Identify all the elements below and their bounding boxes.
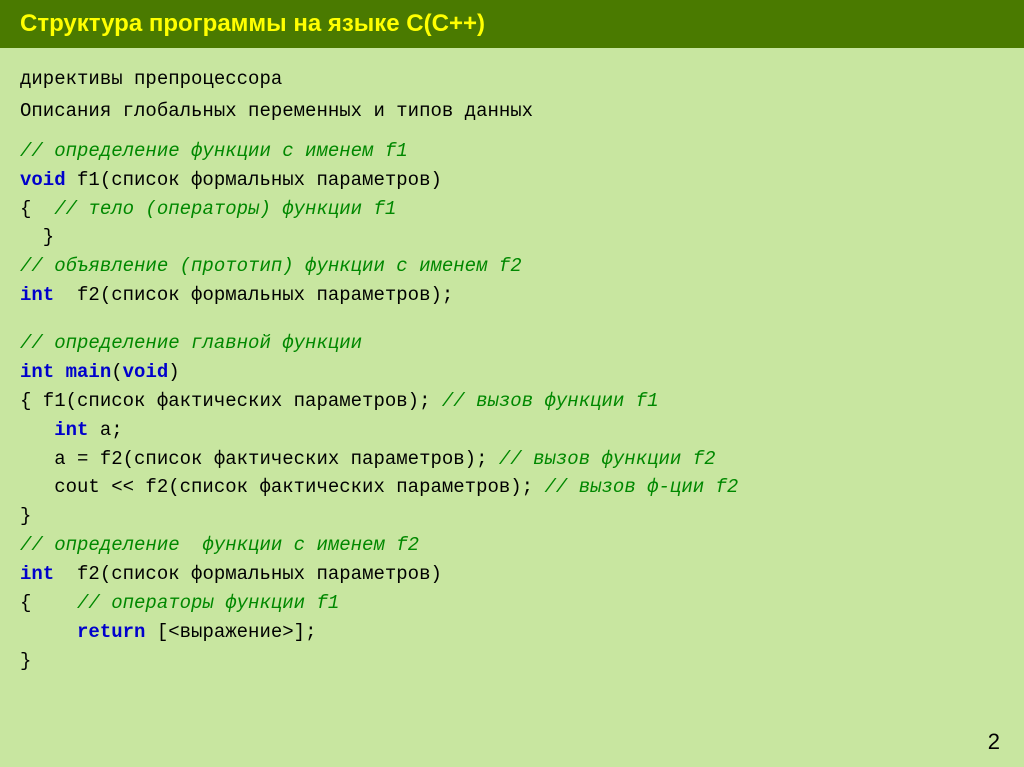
code-line: } — [20, 223, 1004, 252]
code-block: // определение функции с именем f1void f… — [20, 137, 1004, 676]
code-line — [20, 310, 1004, 329]
code-line: int main(void) — [20, 358, 1004, 387]
code-line: cout << f2(список фактических параметров… — [20, 473, 1004, 502]
intro-line1: директивы препроцессора — [20, 64, 1004, 94]
code-line: { // операторы функции f1 — [20, 589, 1004, 618]
code-line: { // тело (операторы) функции f1 — [20, 195, 1004, 224]
code-line: } — [20, 647, 1004, 676]
code-line: void f1(список формальных параметров) — [20, 166, 1004, 195]
slide-title: Структура программы на языке С(С++) — [20, 10, 485, 37]
code-line: int f2(список формальных параметров) — [20, 560, 1004, 589]
code-line: { f1(список фактических параметров); // … — [20, 387, 1004, 416]
code-line: // определение функции с именем f2 — [20, 531, 1004, 560]
page-number: 2 — [988, 729, 1000, 755]
code-line: int f2(список формальных параметров); — [20, 281, 1004, 310]
slide-header: Структура программы на языке С(С++) — [0, 0, 1024, 48]
code-line: a = f2(список фактических параметров); /… — [20, 445, 1004, 474]
slide: Структура программы на языке С(С++) дире… — [0, 0, 1024, 767]
code-line: int a; — [20, 416, 1004, 445]
code-line: // определение функции с именем f1 — [20, 137, 1004, 166]
intro-line2: Описания глобальных переменных и типов д… — [20, 96, 1004, 126]
code-line: } — [20, 502, 1004, 531]
code-line: // объявление (прототип) функции с имене… — [20, 252, 1004, 281]
code-line: // определение главной функции — [20, 329, 1004, 358]
code-line: return [<выражение>]; — [20, 618, 1004, 647]
slide-content: директивы препроцессора Описания глобаль… — [0, 64, 1024, 676]
